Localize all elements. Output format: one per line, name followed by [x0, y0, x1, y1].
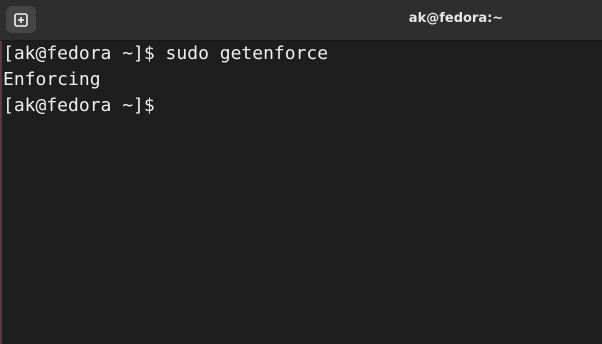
window-edge [0, 41, 2, 344]
terminal-window: ak@fedora:~ [ak@fedora ~]$ sudo getenfor… [0, 0, 602, 344]
terminal-line: Enforcing [3, 69, 101, 90]
window-title-text: ak@fedora:~ [408, 11, 504, 26]
title-bar: ak@fedora:~ [0, 0, 602, 41]
terminal-prompt: [ak@fedora ~]$ [3, 95, 166, 116]
window-title: ak@fedora:~ [0, 11, 602, 26]
terminal-output[interactable]: [ak@fedora ~]$ sudo getenforce Enforcing… [0, 41, 602, 344]
terminal-line: [ak@fedora ~]$ sudo getenforce [3, 43, 329, 64]
